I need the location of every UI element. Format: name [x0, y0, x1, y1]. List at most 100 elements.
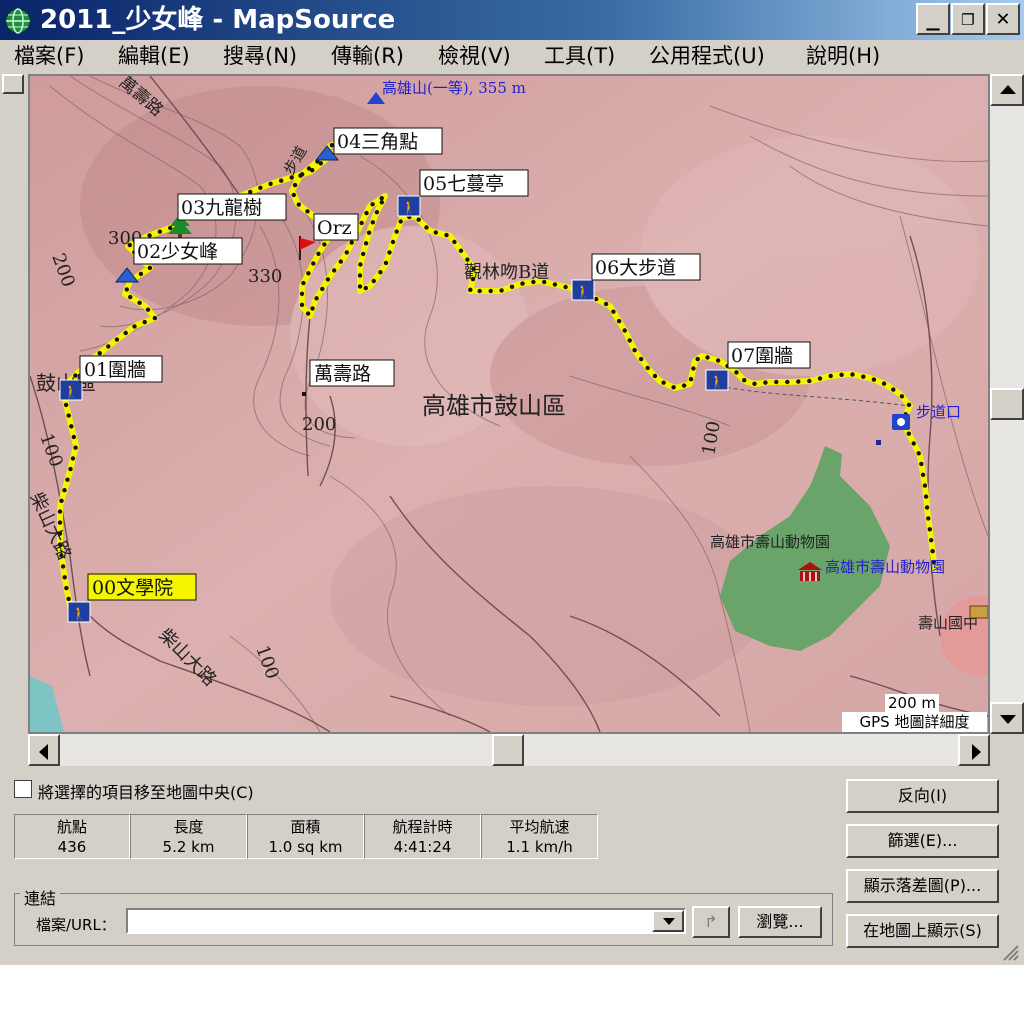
hiker-icon[interactable]: 🚶: [67, 601, 91, 623]
show-on-map-button[interactable]: 在地圖上顯示(S): [846, 914, 999, 948]
trail-name-label: 觀林吻B道: [464, 262, 549, 283]
menu-view[interactable]: 檢視(V): [438, 42, 511, 70]
track-point: [298, 173, 303, 178]
track-point: [715, 358, 721, 363]
zoo-label-blue: 高雄市壽山動物園: [825, 558, 945, 576]
track-point: [128, 294, 133, 300]
track-point: [652, 373, 658, 379]
track-point: [705, 355, 710, 360]
scroll-thumb-vertical[interactable]: [990, 388, 1024, 420]
track-point: [357, 273, 363, 278]
file-url-label: 檔案/URL：: [36, 916, 116, 934]
stat-value: 4:41:24: [393, 838, 452, 856]
school-label: 壽山國中: [918, 614, 978, 632]
zoo-label-dark: 高雄市壽山動物園: [710, 533, 830, 551]
center-selection-checkbox[interactable]: [14, 780, 32, 798]
track-point: [145, 307, 151, 312]
menu-transfer[interactable]: 傳輸(R): [331, 42, 404, 70]
track-point: [65, 477, 70, 482]
track-point: [691, 366, 696, 371]
browse-button[interactable]: 瀏覽...: [738, 906, 822, 938]
svg-text:🚶: 🚶: [63, 384, 79, 400]
map-canvas[interactable]: 200 300 330 200 100 100 100 萬壽路 柴山大路 柴山大…: [30, 76, 988, 732]
track-point: [69, 424, 74, 429]
hiker-icon[interactable]: 🚶: [705, 369, 729, 391]
minimize-button[interactable]: _: [916, 3, 950, 35]
track-point: [299, 291, 305, 296]
scroll-up-button[interactable]: [990, 74, 1024, 106]
title-bar[interactable]: 2011_少女峰 - MapSource _ ❐ ✕: [0, 0, 1024, 40]
track-point: [930, 549, 935, 554]
track-point: [916, 451, 921, 456]
track-point: [509, 284, 515, 289]
track-point: [314, 296, 319, 301]
track-point: [552, 282, 558, 287]
menu-search[interactable]: 搜尋(N): [223, 42, 297, 70]
contour-label: 200: [302, 414, 336, 435]
track-point: [774, 379, 779, 385]
close-button[interactable]: ✕: [986, 3, 1020, 35]
track-point: [871, 377, 877, 382]
track-point: [292, 182, 298, 188]
track-point: [258, 185, 263, 190]
track-point: [452, 239, 457, 245]
scroll-thumb-horizontal[interactable]: [492, 734, 524, 766]
left-panel-button[interactable]: [2, 74, 24, 94]
contour-label: 330: [248, 266, 282, 287]
track-point: [305, 311, 311, 316]
track-point: [344, 250, 349, 255]
reverse-button[interactable]: 反向(I): [846, 779, 999, 813]
scroll-right-button[interactable]: [958, 734, 990, 766]
hiker-icon[interactable]: 🚶: [397, 195, 421, 217]
track-point: [114, 337, 120, 342]
show-profile-button[interactable]: 顯示落差圖(P)...: [846, 869, 999, 903]
track-point: [923, 494, 929, 499]
map-vertical-scrollbar[interactable]: [990, 74, 1024, 734]
track-point: [390, 239, 396, 245]
track-point: [301, 280, 306, 286]
menu-tools[interactable]: 工具(T): [544, 42, 615, 70]
track-point: [911, 441, 916, 446]
track-point: [378, 270, 383, 275]
filter-button[interactable]: 篩選(E)...: [846, 824, 999, 858]
open-link-button[interactable]: ↱: [692, 906, 730, 938]
track-point: [488, 288, 493, 294]
restore-button[interactable]: ❐: [951, 3, 985, 35]
track-point: [394, 229, 399, 234]
track-point: [147, 265, 153, 271]
track-point: [62, 488, 67, 493]
track-point: [370, 202, 375, 207]
stat-value: 1.0 sq km: [268, 838, 343, 856]
scroll-down-button[interactable]: [990, 702, 1024, 734]
trailhead-icon: [892, 414, 910, 430]
track-point: [906, 431, 911, 436]
file-url-input[interactable]: [126, 908, 686, 934]
track-point: [563, 284, 568, 290]
track-point: [458, 248, 464, 253]
menu-help[interactable]: 說明(H): [806, 42, 880, 70]
track-point: [359, 220, 364, 226]
map-horizontal-scrollbar[interactable]: [28, 734, 990, 766]
menu-utilities[interactable]: 公用程式(U): [649, 42, 765, 70]
track-point: [796, 379, 801, 384]
map-view[interactable]: 200 300 330 200 100 100 100 萬壽路 柴山大路 柴山大…: [28, 74, 990, 734]
menu-file[interactable]: 檔案(F): [14, 42, 84, 70]
track-point: [424, 225, 429, 230]
track-point: [358, 262, 363, 267]
menu-edit[interactable]: 編輯(E): [118, 42, 190, 70]
hiker-icon[interactable]: 🚶: [59, 379, 83, 401]
track-point: [379, 200, 384, 205]
center-selection-label: 將選擇的項目移至地圖中央(C): [38, 783, 254, 802]
scroll-left-button[interactable]: [28, 734, 60, 766]
hiker-icon[interactable]: 🚶: [571, 279, 595, 301]
file-url-dropdown-button[interactable]: [652, 910, 684, 932]
track-point: [310, 306, 315, 311]
stat-avg-speed: 平均航速 1.1 km/h: [481, 814, 598, 859]
track-point: [922, 483, 928, 488]
stat-waypoints: 航點 436: [14, 814, 130, 859]
resize-grip-icon[interactable]: [996, 940, 1020, 962]
district-label: 高雄市鼓山區: [422, 392, 566, 420]
track-point: [371, 278, 376, 284]
track-point: [147, 233, 152, 238]
track-point: [919, 461, 924, 467]
